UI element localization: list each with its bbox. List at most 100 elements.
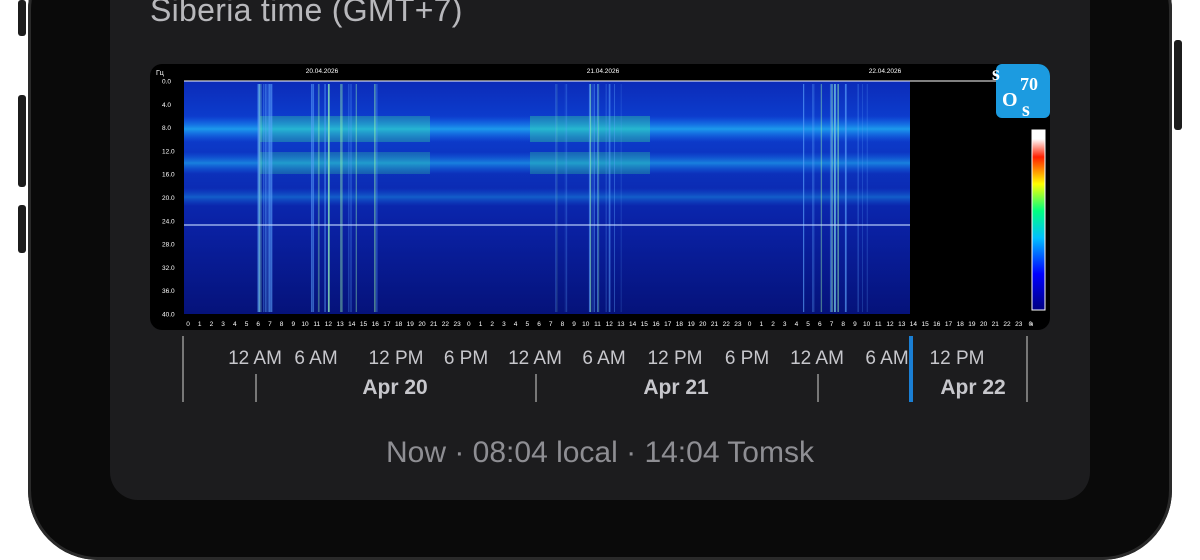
hour-tick-label: 8 [841,321,845,328]
timeline-time-label: 12 AM [790,348,844,369]
hour-tick-label: 21 [992,321,1000,328]
hour-tick-label: 9 [572,321,576,328]
hour-tick-label: 16 [933,321,941,328]
now-status-text: Now · 08:04 local · 14:04 Tomsk [386,436,814,469]
hour-tick-label: 10 [863,321,871,328]
hour-tick-label: 22 [723,321,731,328]
volume-button [18,205,26,253]
hour-tick-label: 23 [453,321,461,328]
hour-tick-label: 6 [256,321,260,328]
hour-tick-label: 9 [853,321,857,328]
timeline-time-label: 6 AM [582,348,626,369]
hour-tick-label: 19 [687,321,695,328]
hour-tick-label: 17 [945,321,953,328]
freq-tick-label: 4.0 [162,102,171,109]
logo-number: 70 [1020,74,1038,94]
freq-tick-label: 40.0 [162,312,175,319]
spectrogram-svg: Гц 0.0 4.0 8.0 12.0 16.0 20.0 24.0 28.0 32.0 36.0… [156,64,1050,328]
hour-tick-label: 0 [748,321,752,328]
hour-tick-label: 21 [711,321,719,328]
hour-tick-label: 1 [198,321,202,328]
hour-tick-label: 11 [313,321,320,328]
page-title: Siberia time (GMT+7) [150,0,463,28]
hour-tick-label: 13 [898,321,906,328]
timeline-start-tick [182,336,184,402]
freq-tick-label: 16.0 [162,172,175,179]
hour-tick-label: 12 [325,321,333,328]
hour-tick-label: 4 [233,321,237,328]
hour-tick-label: 4 [514,321,518,328]
hour-tick-label: 8 [561,321,565,328]
volume-button [18,0,26,36]
hour-tick-label: 13 [336,321,344,328]
hour-tick-label: 6 [537,321,541,328]
timeline-end-tick [1026,336,1028,402]
hour-tick-label: 11 [875,321,882,328]
timeline-time-label: 12 PM [368,348,424,369]
now-indicator [909,336,913,402]
timeline-time-label: 12 AM [228,348,282,369]
timeline-day-divider [817,374,819,402]
spectrogram-image[interactable]: Гц 0.0 4.0 8.0 12.0 16.0 20.0 24.0 28.0 32.0 36.0… [150,64,1050,330]
band-20hz [184,188,910,206]
hour-tick-label: 2 [210,321,214,328]
hour-tick-label: 1 [479,321,483,328]
hour-tick-label: 2 [490,321,494,328]
timeline-time-label: 12 PM [647,348,703,369]
date-tick-label: 22.04.2026 [869,68,902,75]
hour-tick-label: 3 [502,321,506,328]
date-tick-label: 20.04.2026 [306,68,339,75]
hour-tick-label: 5 [245,321,249,328]
freq-tick-label: 24.0 [162,218,175,225]
timeline-time-label: 6 AM [865,348,909,369]
hour-axis: 0 1 2 3 4 5 6 7 8 9 10 11 12 13 14 15 16 17 18 19 20 21 22 23 0 1… [186,321,1032,328]
logo-o: O [1002,89,1018,111]
hour-tick-label: 7 [268,321,272,328]
timeline-date-label: Apr 21 [643,376,709,399]
hour-tick-label: 19 [407,321,415,328]
hour-tick-label: 7 [549,321,553,328]
hour-tick-label: 10 [582,321,590,328]
hour-tick-label: 14 [348,321,356,328]
hour-tick-label: 12 [886,321,894,328]
frequency-axis: 0.0 4.0 8.0 12.0 16.0 20.0 24.0 28.0 32.0 36.0 40.… [162,79,175,319]
power-button [1174,40,1182,130]
hour-tick-label: 21 [430,321,438,328]
logo-s-bottom: s [1022,99,1030,121]
timeline-time-label: 6 PM [443,348,489,369]
hour-tick-label: 5 [806,321,810,328]
timeline-time-label: 6 PM [724,348,770,369]
hour-tick-label: 20 [699,321,707,328]
sos70-logo: s 70 O s [992,64,1050,121]
timeline-time-label: 6 AM [294,348,338,369]
timeline-time-label: 12 AM [508,348,562,369]
hour-tick-label: 0 [467,321,471,328]
freq-tick-label: 12.0 [162,148,175,155]
hour-tick-label: 20 [980,321,988,328]
hour-tick-label: 15 [641,321,649,328]
hour-tick-label: 0 [186,321,190,328]
hour-tick-label: 22 [442,321,450,328]
date-axis: 20.04.2026 21.04.2026 22.04.2026 [306,68,902,75]
hour-tick-label: 2 [771,321,775,328]
timeline-time-label: 12 PM [929,348,985,369]
hour-tick-label: 9 [291,321,295,328]
hour-tick-label: 12 [606,321,614,328]
hour-tick-label: 23 [1015,321,1023,328]
hour-tick-label: 23 [734,321,742,328]
hour-tick-label: 16 [372,321,380,328]
timeline-axis[interactable]: 12 AM 6 AM 12 PM 6 PM 12 AM 6 AM 12 PM 6 PM 12 A… [180,336,1030,406]
hour-tick-label: 11 [594,321,601,328]
hour-tick-label: 17 [383,321,391,328]
logo-s-top: s [992,64,1000,85]
hour-tick-label: 6 [818,321,822,328]
hour-tick-label: 10 [301,321,309,328]
hour-unit-label: ч [1030,322,1033,328]
hour-tick-label: 15 [360,321,368,328]
freq-unit-label: Гц [156,70,164,77]
timeline-day-divider [255,374,257,402]
hour-tick-label: 3 [221,321,225,328]
freq-tick-label: 28.0 [162,242,175,249]
timeline-day-divider [535,374,537,402]
hour-tick-label: 13 [617,321,625,328]
